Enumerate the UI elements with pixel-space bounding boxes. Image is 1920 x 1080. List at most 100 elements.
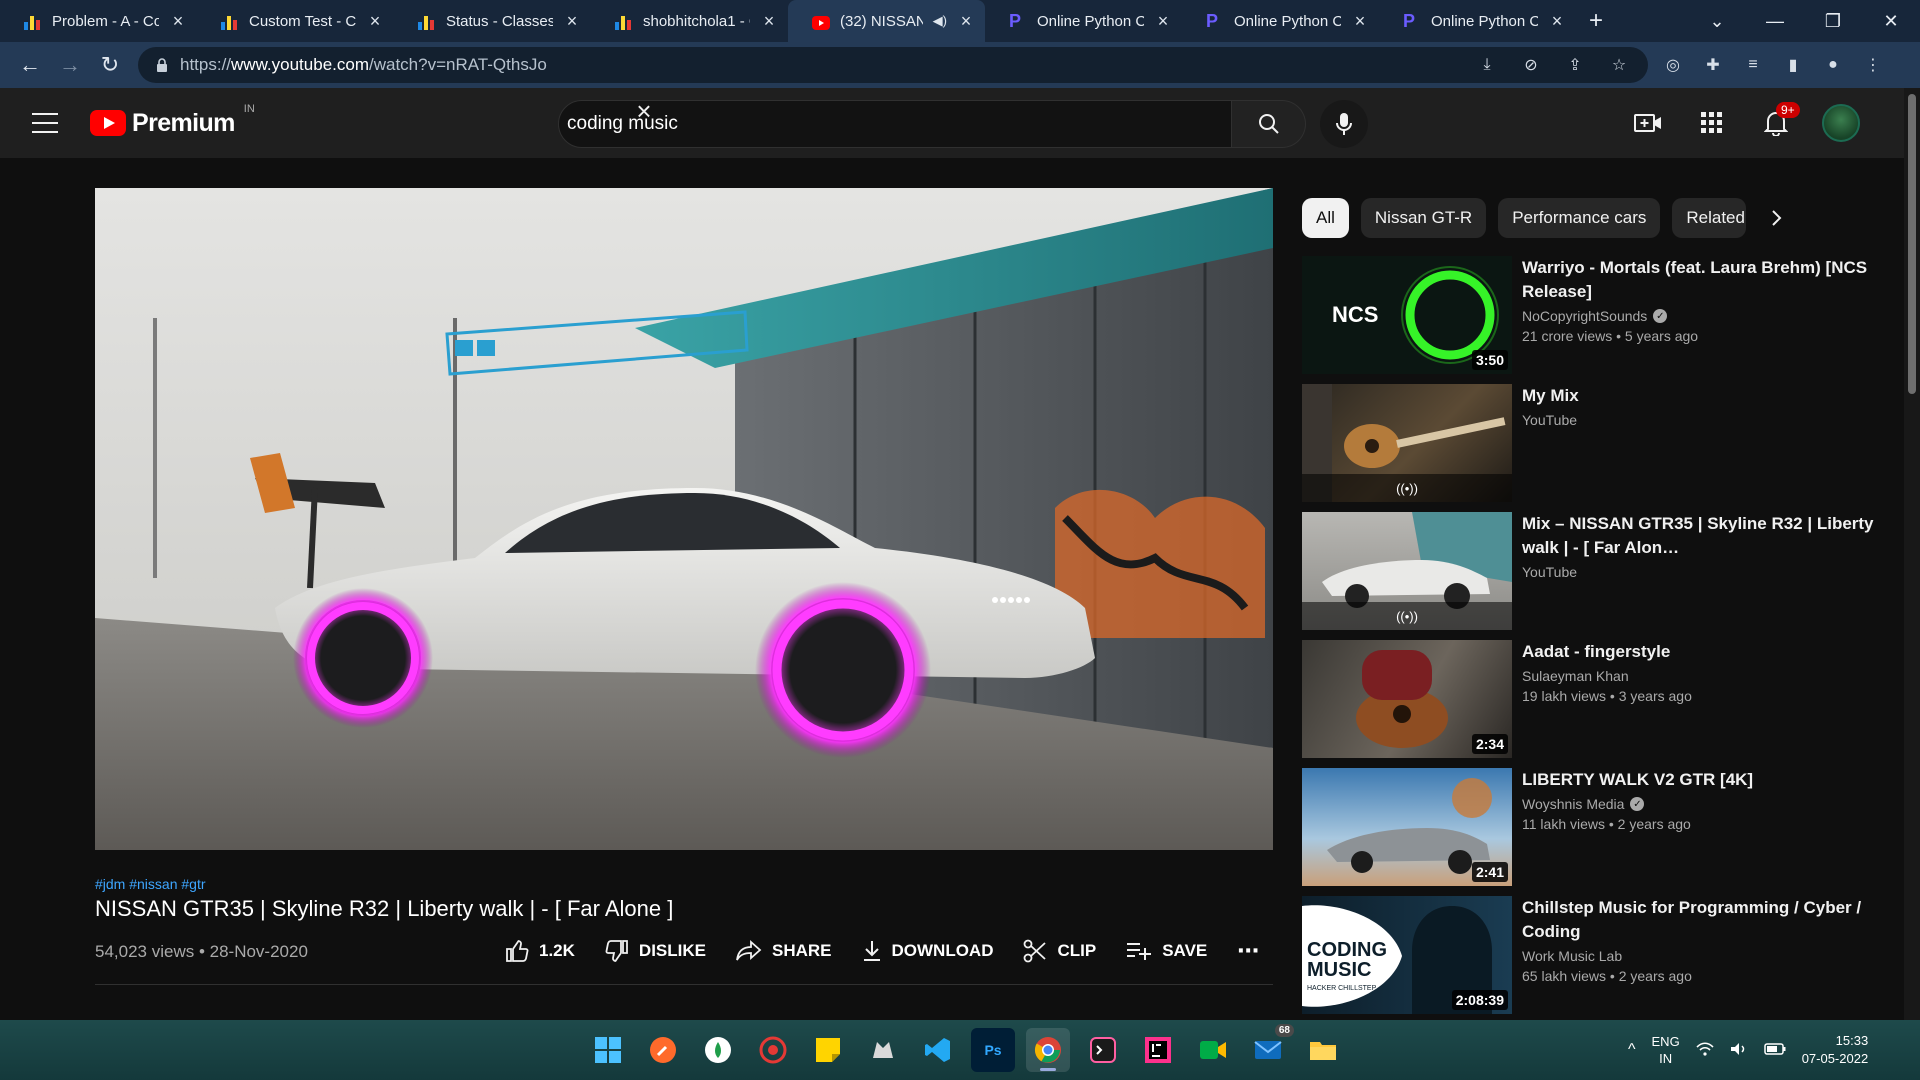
- install-app-icon[interactable]: ⤓: [1476, 54, 1498, 76]
- related-video-item[interactable]: ((•)) My Mix YouTube: [1302, 384, 1882, 512]
- clear-search-icon[interactable]: ×: [632, 98, 656, 124]
- game-app-icon[interactable]: [861, 1028, 905, 1072]
- terminal-icon[interactable]: [1081, 1028, 1125, 1072]
- share-icon[interactable]: ⇪: [1564, 54, 1586, 76]
- chip-performance-cars[interactable]: Performance cars: [1498, 198, 1661, 238]
- close-tab-icon[interactable]: ×: [563, 11, 581, 32]
- close-tab-icon[interactable]: ×: [1154, 11, 1172, 32]
- video-player[interactable]: [95, 188, 1273, 850]
- related-video-title[interactable]: Chillstep Music for Programming / Cyber …: [1522, 896, 1882, 944]
- related-video-item[interactable]: 2:34 Aadat - fingerstyle Sulaeyman Khan …: [1302, 640, 1882, 768]
- youtube-premium-logo[interactable]: Premium IN: [90, 103, 255, 138]
- minimize-icon[interactable]: —: [1746, 0, 1804, 42]
- close-window-icon[interactable]: ✕: [1862, 0, 1920, 42]
- chip-all[interactable]: All: [1302, 198, 1349, 238]
- photoshop-icon[interactable]: Ps: [971, 1028, 1015, 1072]
- video-thumbnail[interactable]: ((•)): [1302, 512, 1512, 630]
- channel-name[interactable]: Work Music Lab: [1522, 948, 1882, 964]
- browser-tab[interactable]: Status - Classes 1 ×: [394, 0, 591, 42]
- battery-icon[interactable]: [1763, 1042, 1786, 1058]
- channel-name[interactable]: NoCopyrightSounds ✓: [1522, 308, 1882, 324]
- related-video-item[interactable]: ((•)) Mix – NISSAN GTR35 | Skyline R32 |…: [1302, 512, 1882, 640]
- speaker-icon[interactable]: ◀︎): [933, 13, 947, 29]
- sticky-notes-icon[interactable]: [806, 1028, 850, 1072]
- like-button[interactable]: 1.2K: [505, 939, 575, 963]
- input-language[interactable]: ENG IN: [1652, 1033, 1680, 1067]
- meet-app-icon[interactable]: [1191, 1028, 1235, 1072]
- chrome-icon[interactable]: [1026, 1028, 1070, 1072]
- notifications-bell-icon[interactable]: 9+: [1758, 98, 1800, 148]
- eye-slash-icon[interactable]: ⊘: [1520, 54, 1542, 76]
- video-thumbnail[interactable]: NCS 3:50: [1302, 256, 1512, 374]
- puzzle-icon[interactable]: ✚: [1702, 54, 1724, 76]
- channel-name[interactable]: YouTube: [1522, 412, 1882, 428]
- side-panel-icon[interactable]: ▮: [1782, 54, 1804, 76]
- video-thumbnail[interactable]: 2:41: [1302, 768, 1512, 886]
- restore-icon[interactable]: ❐: [1804, 0, 1862, 42]
- related-video-item[interactable]: 2:41 LIBERTY WALK V2 GTR [4K] Woyshnis M…: [1302, 768, 1882, 896]
- create-video-icon[interactable]: [1630, 98, 1666, 148]
- file-explorer-icon[interactable]: [1301, 1028, 1345, 1072]
- intellij-icon[interactable]: [1136, 1028, 1180, 1072]
- close-tab-icon[interactable]: ×: [760, 11, 778, 32]
- hamburger-menu-icon[interactable]: [32, 113, 58, 133]
- close-tab-icon[interactable]: ×: [957, 11, 975, 32]
- browser-tab-active[interactable]: (32) NISSAN GTR35 ◀︎) ×: [788, 0, 985, 42]
- search-input[interactable]: [558, 100, 1232, 148]
- chip-related[interactable]: Related: [1672, 198, 1747, 238]
- share-button[interactable]: SHARE: [736, 940, 832, 962]
- lock-icon[interactable]: [156, 58, 168, 72]
- related-video-title[interactable]: Warriyo - Mortals (feat. Laura Brehm) [N…: [1522, 256, 1882, 304]
- search-button[interactable]: [1232, 100, 1306, 148]
- browser-tab[interactable]: P Online Python Compiler ×: [985, 0, 1182, 42]
- account-avatar[interactable]: [1822, 104, 1860, 142]
- download-button[interactable]: DOWNLOAD: [862, 940, 993, 962]
- back-arrow-icon[interactable]: ←: [10, 45, 50, 85]
- close-tab-icon[interactable]: ×: [169, 11, 187, 32]
- browser-tab[interactable]: P Online Python Compiler ×: [1379, 0, 1576, 42]
- profile-icon[interactable]: ●: [1822, 54, 1844, 76]
- cyberghost-app-icon[interactable]: [751, 1028, 795, 1072]
- mail-app-icon[interactable]: 68: [1246, 1024, 1294, 1072]
- channel-name[interactable]: Woyshnis Media ✓: [1522, 796, 1882, 812]
- video-thumbnail[interactable]: ((•)): [1302, 384, 1512, 502]
- compass-app-icon[interactable]: [641, 1028, 685, 1072]
- reload-icon[interactable]: ↻: [90, 45, 130, 85]
- close-tab-icon[interactable]: ×: [1548, 11, 1566, 32]
- related-video-title[interactable]: LIBERTY WALK V2 GTR [4K]: [1522, 768, 1882, 792]
- channel-name[interactable]: Sulaeyman Khan: [1522, 668, 1882, 684]
- kebab-menu-icon[interactable]: ⋮: [1862, 54, 1884, 76]
- windows-start-icon[interactable]: [586, 1028, 630, 1072]
- reading-list-icon[interactable]: ≡: [1742, 54, 1764, 76]
- volume-icon[interactable]: [1730, 1042, 1748, 1059]
- related-video-title[interactable]: Aadat - fingerstyle: [1522, 640, 1882, 664]
- page-scrollbar[interactable]: [1904, 88, 1920, 1020]
- video-hashtags[interactable]: #jdm #nissan #gtr: [95, 876, 206, 892]
- forward-arrow-icon[interactable]: →: [50, 45, 90, 85]
- related-video-title[interactable]: Mix – NISSAN GTR35 | Skyline R32 | Liber…: [1522, 512, 1882, 560]
- browser-tab[interactable]: shobhitchola1 - Codeforces ×: [591, 0, 788, 42]
- apps-grid-icon[interactable]: [1694, 98, 1730, 148]
- related-video-item[interactable]: NCS 3:50 Warriyo - Mortals (feat. Laura …: [1302, 256, 1882, 384]
- tab-search-chevron-icon[interactable]: ⌄: [1688, 0, 1746, 42]
- clip-button[interactable]: CLIP: [1023, 939, 1096, 963]
- more-actions-button[interactable]: ⋯: [1237, 938, 1259, 964]
- browser-tab[interactable]: Custom Test - Codeforces ×: [197, 0, 394, 42]
- browser-tab[interactable]: P Online Python Compiler ×: [1182, 0, 1379, 42]
- close-tab-icon[interactable]: ×: [1351, 11, 1369, 32]
- dislike-button[interactable]: DISLIKE: [605, 939, 706, 963]
- video-thumbnail[interactable]: CODING MUSIC HACKER CHILLSTEP 2:08:39: [1302, 896, 1512, 1014]
- channel-name[interactable]: YouTube: [1522, 564, 1882, 580]
- new-tab-button[interactable]: +: [1576, 7, 1616, 35]
- related-video-title[interactable]: My Mix: [1522, 384, 1882, 408]
- vscode-icon[interactable]: [916, 1028, 960, 1072]
- wifi-icon[interactable]: [1696, 1041, 1714, 1059]
- voice-search-button[interactable]: [1320, 100, 1368, 148]
- chevron-right-icon[interactable]: [1758, 198, 1794, 238]
- related-video-item[interactable]: CODING MUSIC HACKER CHILLSTEP 2:08:39 Ch…: [1302, 896, 1882, 1020]
- bookmark-star-icon[interactable]: ☆: [1608, 54, 1630, 76]
- close-tab-icon[interactable]: ×: [366, 11, 384, 32]
- show-hidden-icons-chevron-icon[interactable]: ^: [1628, 1041, 1636, 1059]
- save-button[interactable]: SAVE: [1126, 941, 1207, 961]
- chip-nissan-gtr[interactable]: Nissan GT-R: [1360, 198, 1487, 238]
